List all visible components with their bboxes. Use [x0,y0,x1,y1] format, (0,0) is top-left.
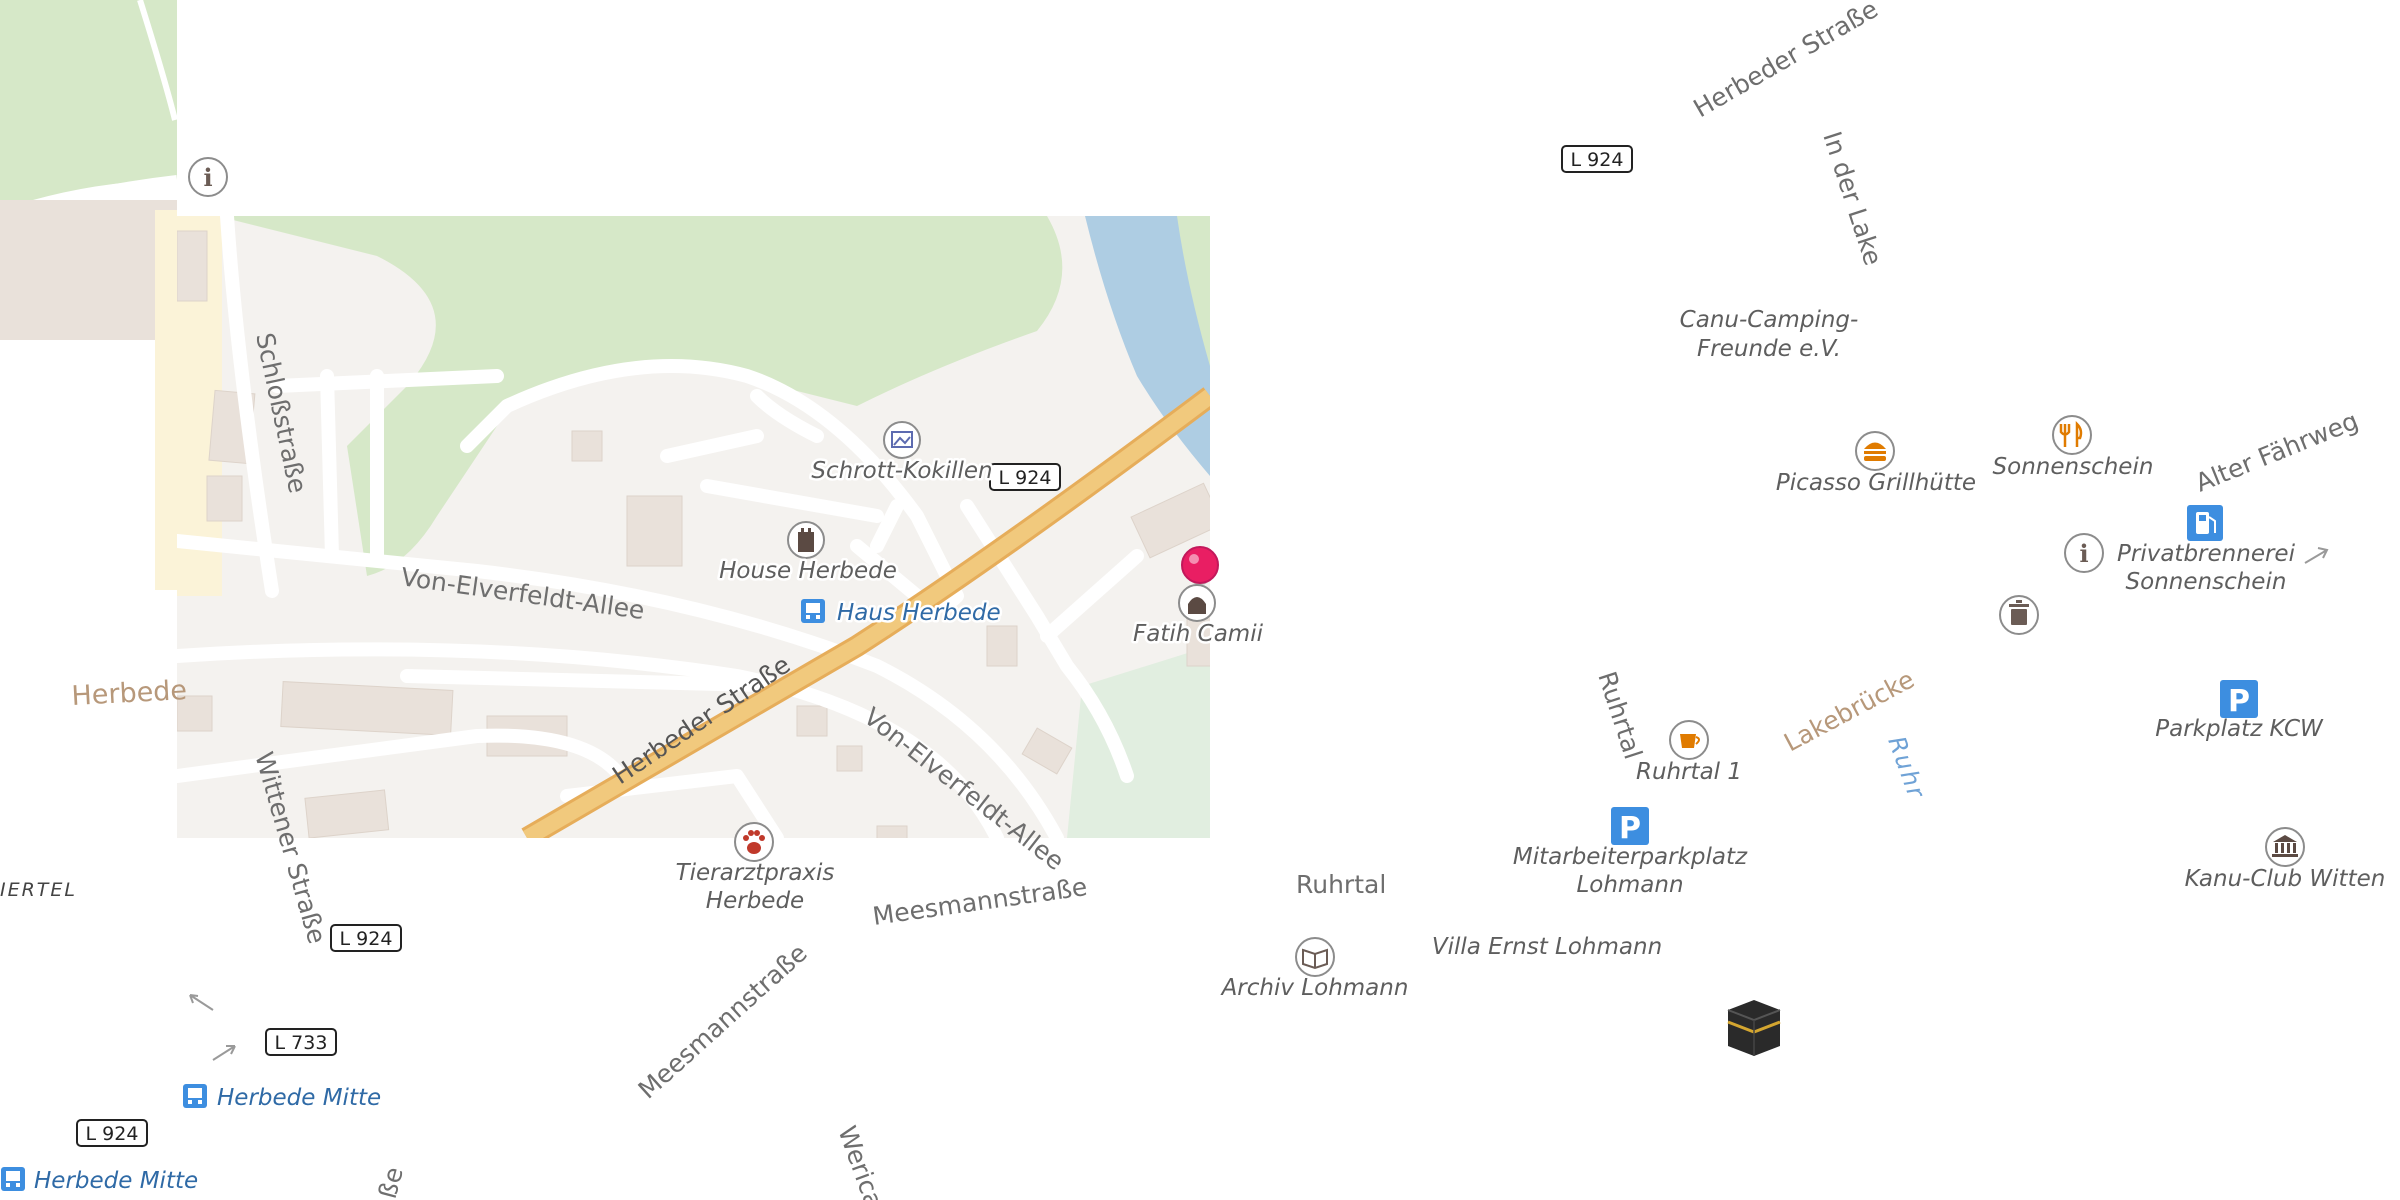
street-label-wericast: Wericast [832,1122,896,1200]
poi-label-parkplatz-kcw[interactable]: Parkplatz KCW [2155,716,2324,742]
mosque-icon[interactable] [1178,584,1216,622]
svg-text:L 924: L 924 [86,1123,139,1145]
svg-text:L 924: L 924 [999,467,1052,489]
parking-icon-kcw[interactable]: P [2220,680,2258,719]
poi-label-archiv-lohmann[interactable]: Archiv Lohmann [1220,975,1409,1001]
parking-icon-mitarbeiter[interactable]: P [1611,807,1649,846]
poi-label-ruhrtal-1[interactable]: Ruhrtal 1 [1636,759,1742,785]
street-label-alter-faehrweg: Alter Fährweg [2191,406,2362,498]
poi-label-villa-ernst-lohmann[interactable]: Villa Ernst Lohmann [1432,934,1662,960]
svg-text:L 733: L 733 [275,1032,328,1054]
street-label-von-elverfeldt-allee-1: Von-Elverfeldt-Allee [399,562,646,625]
svg-text:P: P [1619,811,1641,846]
street-label-ruhrtal-2: Ruhrtal [1592,668,1647,763]
poi-label-canu-camping-1[interactable]: Canu-Camping- [1680,307,1859,333]
residential-strip-left [155,210,177,590]
svg-text:i: i [203,163,212,192]
arrow-icon-2 [189,994,214,1011]
road-shield-l924-2: L 924 [989,463,1061,491]
arrow-icon-3 [212,1045,236,1061]
poi-label-tierarztpraxis-2[interactable]: Herbede [703,886,806,917]
waste-bin-icon[interactable] [1999,595,2039,635]
svg-text:L 924: L 924 [340,928,393,950]
library-icon[interactable] [1295,937,1335,977]
poi-label-house-herbede[interactable]: House Herbede [717,556,900,587]
arrow-icon [2304,547,2329,564]
burger-icon[interactable] [1855,431,1895,471]
svg-text:L 924: L 924 [1571,149,1624,171]
road-shield-l924-1: L 924 [1561,145,1633,173]
street-label-herbeder-strasse: Herbeder Straße [1689,0,1883,123]
restaurant-icon[interactable] [2052,415,2092,455]
info-icon-2[interactable]: i [2064,533,2104,573]
street-label-meesmannstrasse-2: Meesmannstraße [633,938,813,1104]
poi-label-mitarbeiter-2[interactable]: Lohmann [1576,872,1683,898]
street-label-wittener-strasse: Wittener Straße [249,749,331,947]
bus-stop-icon-herbede-mitte-2[interactable] [1,1167,25,1191]
svg-text:P: P [2228,684,2250,719]
place-label-herbede: Herbede [71,675,188,712]
street-label-ruhrtal-1: Ruhrtal [1296,870,1386,899]
poi-label-schrott-kokillen[interactable]: Schrott-Kokillen [809,456,995,487]
road-shield-l733: L 733 [265,1028,337,1056]
transit-label-herbede-mitte-1[interactable]: Herbede Mitte [217,1085,381,1111]
district-label: IERTEL [0,879,77,901]
transit-label-haus-herbede[interactable]: Haus Herbede [835,598,1004,629]
street-label-von-elverfeldt-allee-2: Von-Elverfeldt-Allee [858,702,1069,876]
road-shield-l924-3: L 924 [330,924,402,952]
water-label-ruhr: Ruhr [1882,732,1931,803]
location-pin-icon[interactable] [1181,546,1219,585]
cafe-icon[interactable] [1669,720,1709,760]
street-label-in-der-lake: In der Lake [1817,128,1887,269]
veterinary-icon[interactable] [734,822,774,862]
poi-label-privatbrennerei-1[interactable]: Privatbrennerei [2117,541,2296,567]
residential-area-left [0,200,177,340]
info-icon[interactable]: i [188,157,228,197]
gallery-icon[interactable] [883,421,921,459]
poi-label-mitarbeiter-1[interactable]: Mitarbeiterparkplatz [1513,844,1748,870]
fuel-icon[interactable] [2187,505,2223,541]
museum-icon[interactable] [2265,827,2305,867]
street-label-meesmannstrasse-1: Meesmannstraße [871,872,1089,931]
poi-label-fatih-camii[interactable]: Fatih Camii [1131,619,1267,650]
poi-label-privatbrennerei-2[interactable]: Sonnenschein [2126,569,2287,595]
bus-stop-icon[interactable] [801,599,825,623]
poi-label-tierarztpraxis-1[interactable]: Tierarztpraxis [673,858,837,889]
transit-label-herbede-mitte-2[interactable]: Herbede Mitte [34,1168,198,1194]
poi-label-picasso-grillhuette[interactable]: Picasso Grillhütte [1776,470,1976,496]
castle-icon[interactable] [787,521,825,559]
poi-label-kanu-club-witten[interactable]: Kanu-Club Witten [2185,866,2386,892]
bus-stop-icon-herbede-mitte-1[interactable] [183,1084,207,1108]
street-label-herbeder-strasse-tile: Herbeder Straße [607,650,795,790]
poi-label-canu-camping-2[interactable]: Freunde e.V. [1697,336,1841,362]
street-label-schlossstrasse: Schloßstraße [250,330,312,495]
svg-text:i: i [2079,539,2088,568]
street-label-fragment: ße [373,1164,409,1200]
road-shield-l924-4: L 924 [76,1119,148,1147]
kaaba-icon[interactable] [1727,1000,1781,1056]
poi-label-sonnenschein[interactable]: Sonnenschein [1993,454,2154,480]
